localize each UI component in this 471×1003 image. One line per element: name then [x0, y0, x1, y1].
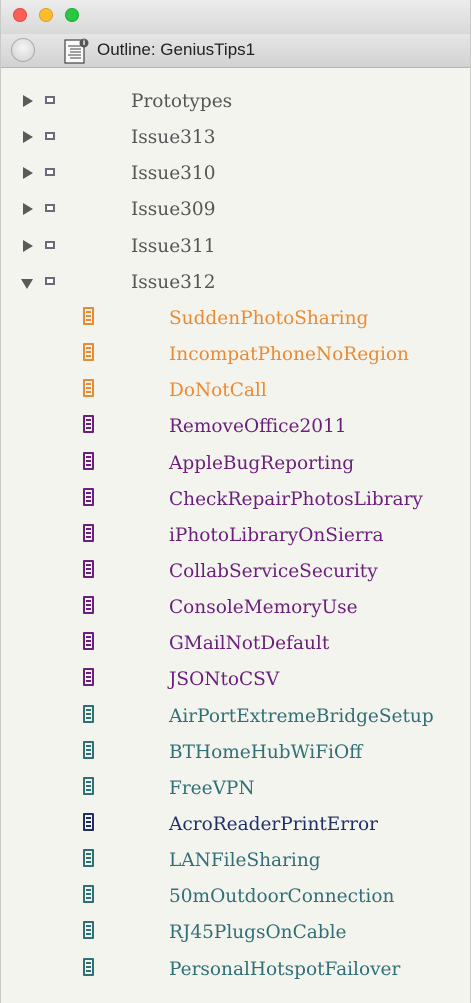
document-icon [83, 776, 94, 795]
group-label: Issue309 [131, 199, 216, 221]
group-label: Issue312 [131, 271, 216, 293]
document-icon [83, 559, 94, 578]
disclosure-triangle-collapsed-icon[interactable] [23, 131, 33, 144]
disclosure-triangle-collapsed-icon[interactable] [23, 239, 33, 252]
title-bar [1, 0, 470, 35]
outline-item-row[interactable]: LANFileSharing [1, 843, 470, 879]
item-label: DoNotCall [169, 380, 267, 402]
document-icon [83, 415, 94, 434]
document-icon [83, 740, 94, 759]
outline-item-row[interactable]: AppleBugReporting [1, 446, 470, 482]
document-icon [83, 596, 94, 615]
close-button[interactable] [13, 8, 27, 22]
outline-group-row[interactable]: Prototypes [1, 84, 470, 120]
outline-item-row[interactable]: CollabServiceSecurity [1, 554, 470, 590]
document-icon [83, 632, 94, 651]
document-icon [83, 704, 94, 723]
outline-view[interactable]: Prototypes Issue313 Issue310 Issue309 Issue3… [1, 68, 470, 1003]
document-icon [83, 885, 94, 904]
group-marker-icon [45, 132, 55, 141]
item-label: AcroReaderPrintError [169, 814, 378, 835]
zoom-button[interactable] [65, 8, 79, 22]
outline-item-row[interactable]: FreeVPN [1, 771, 470, 807]
group-marker-icon [45, 204, 55, 213]
item-label: ConsoleMemoryUse [169, 597, 358, 619]
outline-group-row[interactable]: Issue309 [1, 192, 470, 228]
outline-item-row[interactable]: BTHomeHubWiFiOff [1, 735, 470, 771]
outline-item-row[interactable]: AirPortExtremeBridgeSetup [1, 699, 470, 735]
document-icon [83, 813, 94, 831]
outline-window: Outline: GeniusTips1 Prototypes Issue313 I… [0, 0, 471, 1003]
outline-item-row[interactable]: AcroReaderPrintError [1, 807, 470, 843]
outline-item-row[interactable]: PersonalHotspotFailover [1, 952, 470, 988]
item-label: iPhotoLibraryOnSierra [169, 524, 384, 546]
outline-item-row[interactable]: DoNotCall [1, 373, 470, 409]
outline-group-row[interactable]: Issue313 [1, 120, 470, 156]
outline-document-icon [64, 38, 89, 64]
document-icon [83, 451, 94, 470]
group-label: Issue310 [131, 163, 216, 185]
outline-item-row[interactable]: CheckRepairPhotosLibrary [1, 482, 470, 518]
outline-group-row[interactable]: Issue312 [1, 265, 470, 301]
disclosure-triangle-expanded-icon[interactable] [21, 278, 33, 289]
item-label: BTHomeHubWiFiOff [169, 741, 363, 763]
item-label: FreeVPN [169, 777, 255, 799]
outline-item-row[interactable]: 50mOutdoorConnection [1, 879, 470, 915]
item-label: CollabServiceSecurity [169, 560, 378, 582]
outline-item-row[interactable]: RJ45PlugsOnCable [1, 915, 470, 951]
document-icon [83, 343, 94, 362]
document-icon [83, 849, 94, 868]
outline-item-row[interactable]: iPhotoLibraryOnSierra [1, 518, 470, 554]
document-icon [83, 487, 94, 506]
group-label: Issue313 [131, 127, 216, 149]
item-label: CheckRepairPhotosLibrary [169, 488, 423, 510]
group-label: Prototypes [131, 91, 233, 112]
outline-group-row[interactable]: Issue311 [1, 229, 470, 265]
item-label: JSONtoCSV [169, 669, 280, 691]
item-label: LANFileSharing [169, 850, 321, 872]
window-title: Outline: GeniusTips1 [97, 40, 256, 59]
item-label: AirPortExtremeBridgeSetup [169, 705, 434, 727]
outline-item-row[interactable]: SuddenPhotoSharing [1, 301, 470, 337]
minimize-button[interactable] [39, 8, 53, 22]
item-label: GMailNotDefault [169, 633, 330, 655]
document-icon [83, 379, 94, 398]
disclosure-triangle-collapsed-icon[interactable] [23, 203, 33, 216]
document-icon [83, 523, 94, 542]
document-icon [83, 668, 94, 687]
outline-item-row[interactable]: JSONtoCSV [1, 662, 470, 698]
outline-item-row[interactable]: RemoveOffice2011 [1, 409, 470, 445]
item-label: SuddenPhotoSharing [169, 307, 369, 329]
document-icon [83, 921, 94, 940]
group-label: Issue311 [131, 235, 216, 257]
outline-item-row[interactable]: GMailNotDefault [1, 626, 470, 662]
item-label: 50mOutdoorConnection [169, 886, 395, 908]
item-label: PersonalHotspotFailover [169, 958, 401, 980]
document-icon [83, 306, 94, 325]
toolbar: Outline: GeniusTips1 [1, 34, 470, 68]
document-icon [83, 957, 94, 976]
item-label: RJ45PlugsOnCable [169, 922, 347, 944]
outline-item-row[interactable]: ConsoleMemoryUse [1, 590, 470, 626]
disclosure-triangle-collapsed-icon[interactable] [23, 167, 33, 180]
group-marker-icon [45, 240, 55, 249]
outline-item-row[interactable]: IncompatPhoneNoRegion [1, 337, 470, 373]
outline-group-row[interactable]: Issue310 [1, 156, 470, 192]
item-label: AppleBugReporting [169, 452, 355, 474]
item-label: RemoveOffice2011 [169, 416, 347, 438]
item-label: IncompatPhoneNoRegion [169, 344, 409, 366]
group-marker-icon [45, 276, 55, 285]
group-marker-icon [45, 168, 55, 177]
group-marker-icon [45, 96, 55, 104]
round-toggle-button[interactable] [11, 38, 35, 62]
disclosure-triangle-collapsed-icon[interactable] [23, 95, 33, 107]
